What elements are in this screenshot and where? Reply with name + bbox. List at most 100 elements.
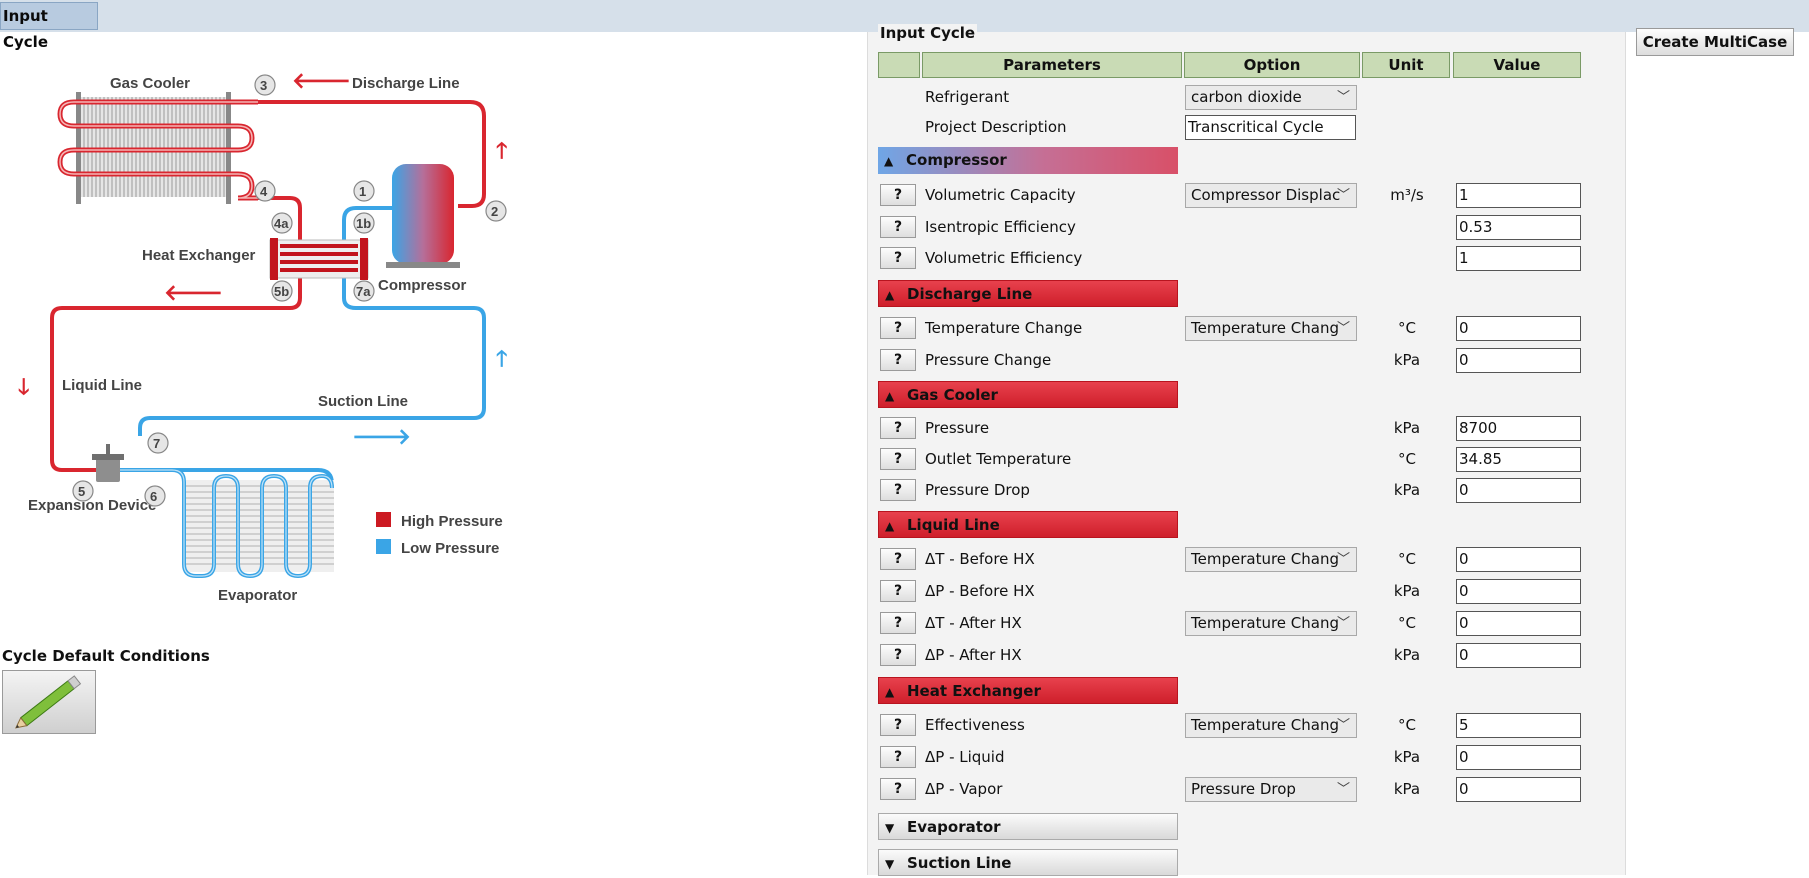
help-button[interactable]: ?: [880, 746, 916, 768]
option-select[interactable]: Pressure Drop ﹀: [1185, 777, 1357, 802]
value-input[interactable]: 1: [1456, 246, 1581, 271]
section-evaporator-label: Evaporator: [907, 818, 1001, 836]
help-button[interactable]: ?: [880, 580, 916, 602]
liquid-line-label: Liquid Line: [62, 377, 142, 394]
unit-label: m³/s: [1390, 186, 1424, 204]
unit-label: kPa: [1393, 646, 1421, 664]
option-select[interactable]: Temperature Chang ﹀: [1185, 316, 1357, 341]
value-input[interactable]: 34.85: [1456, 447, 1581, 472]
expansion-device-label: Expansion Device: [28, 497, 156, 514]
section-suction-line[interactable]: ▼ Suction Line: [878, 849, 1178, 876]
section-gas-cooler[interactable]: ▲ Gas Cooler: [878, 381, 1178, 408]
create-multicase-button[interactable]: Create MultiCase: [1636, 28, 1794, 56]
tab-input-cycle[interactable]: Input Cycle: [0, 2, 98, 51]
section-suction-label: Suction Line: [907, 854, 1012, 872]
point-1b: 1b: [356, 216, 371, 231]
chevron-down-icon: ﹀: [1336, 188, 1350, 203]
help-button[interactable]: ?: [880, 317, 916, 339]
header-value: Value: [1453, 52, 1581, 78]
unit-label: °C: [1398, 614, 1416, 632]
option-select-value: Temperature Chang: [1191, 716, 1339, 734]
help-button[interactable]: ?: [880, 644, 916, 666]
svg-text:🡐: 🡐: [292, 69, 351, 94]
svg-text:🡒: 🡒: [352, 425, 411, 450]
value-input[interactable]: 0: [1456, 316, 1581, 341]
refrigerant-select[interactable]: carbon dioxide ﹀: [1185, 85, 1357, 110]
help-button[interactable]: ?: [880, 548, 916, 570]
help-button[interactable]: ?: [880, 184, 916, 206]
unit-label: kPa: [1393, 481, 1421, 499]
header-parameters: Parameters: [922, 52, 1182, 78]
section-evaporator[interactable]: ▼ Evaporator: [878, 813, 1178, 840]
row-project-description: Project Description Transcritical Cycle: [868, 114, 1625, 142]
chevron-down-icon: ﹀: [1336, 718, 1350, 733]
edit-cycle-defaults-button[interactable]: [2, 670, 96, 734]
row-dt-after-hx: ? ΔT - After HX Temperature Chang ﹀ °C 0: [868, 610, 1625, 638]
unit-label: kPa: [1393, 419, 1421, 437]
project-description-input[interactable]: Transcritical Cycle: [1185, 115, 1356, 140]
collapse-icon: ▲: [885, 519, 895, 533]
value-input[interactable]: 0: [1456, 643, 1581, 668]
section-discharge-line[interactable]: ▲ Discharge Line: [878, 280, 1178, 307]
input-cycle-panel: Input Cycle Parameters Option Unit Value…: [867, 24, 1626, 876]
refrigerant-label: Refrigerant: [925, 88, 1010, 106]
value-input[interactable]: 0: [1456, 611, 1581, 636]
header-blank: [878, 52, 920, 78]
section-discharge-label: Discharge Line: [907, 285, 1033, 303]
param-label: Pressure Change: [925, 351, 1052, 369]
evaporator-label: Evaporator: [218, 587, 297, 604]
expand-icon: ▼: [885, 857, 895, 871]
help-button[interactable]: ?: [880, 479, 916, 501]
value-input[interactable]: 0.53: [1456, 215, 1581, 240]
help-button[interactable]: ?: [880, 612, 916, 634]
cycle-default-conditions-title: Cycle Default Conditions: [2, 647, 210, 665]
help-button[interactable]: ?: [880, 417, 916, 439]
svg-text:🡑: 🡑: [496, 347, 507, 372]
gas-cooler-label: Gas Cooler: [110, 75, 190, 92]
chevron-down-icon: ﹀: [1336, 782, 1350, 797]
value-input[interactable]: 0: [1456, 478, 1581, 503]
help-button[interactable]: ?: [880, 349, 916, 371]
unit-label: °C: [1398, 450, 1416, 468]
point-4a: 4a: [274, 216, 289, 231]
option-select[interactable]: Temperature Chang ﹀: [1185, 713, 1357, 738]
value-input[interactable]: 0: [1456, 547, 1581, 572]
value-input[interactable]: 1: [1456, 183, 1581, 208]
help-button[interactable]: ?: [880, 247, 916, 269]
heat-exchanger-label: Heat Exchanger: [142, 247, 256, 264]
value-input[interactable]: 5: [1456, 713, 1581, 738]
point-6: 6: [150, 489, 157, 504]
point-2: 2: [491, 204, 498, 219]
value-input[interactable]: 0: [1456, 348, 1581, 373]
help-button[interactable]: ?: [880, 448, 916, 470]
param-label: Pressure: [925, 419, 990, 437]
point-4: 4: [260, 184, 268, 199]
row-gc-pressure-drop: ? Pressure Drop kPa 0: [868, 477, 1625, 505]
collapse-icon: ▲: [884, 154, 894, 168]
row-refrigerant: Refrigerant carbon dioxide ﹀: [868, 84, 1625, 112]
help-button[interactable]: ?: [880, 714, 916, 736]
value-input[interactable]: 0: [1456, 745, 1581, 770]
section-compressor[interactable]: ▲ Compressor: [878, 147, 1178, 174]
cycle-diagram: 🡐 🡑 🡐 🡓 🡑 🡒 Gas Cooler Discharge Line He…: [18, 69, 507, 604]
unit-label: °C: [1398, 716, 1416, 734]
value-input[interactable]: 0: [1456, 579, 1581, 604]
option-select[interactable]: Compressor Displac ﹀: [1185, 183, 1357, 208]
option-select[interactable]: Temperature Chang ﹀: [1185, 547, 1357, 572]
section-gas-cooler-label: Gas Cooler: [907, 386, 998, 404]
header-option: Option: [1184, 52, 1360, 78]
point-1: 1: [359, 184, 366, 199]
section-heat-exchanger[interactable]: ▲ Heat Exchanger: [878, 677, 1178, 704]
section-hx-label: Heat Exchanger: [907, 682, 1041, 700]
value-input[interactable]: 8700: [1456, 416, 1581, 441]
option-select[interactable]: Temperature Chang ﹀: [1185, 611, 1357, 636]
help-button[interactable]: ?: [880, 216, 916, 238]
refrigerant-select-value: carbon dioxide: [1191, 88, 1302, 106]
row-pressure-change: ? Pressure Change kPa 0: [868, 347, 1625, 375]
value-input[interactable]: 0: [1456, 777, 1581, 802]
help-button[interactable]: ?: [880, 778, 916, 800]
legend-high-label: High Pressure: [401, 513, 503, 530]
svg-text:🡑: 🡑: [496, 139, 507, 164]
section-liquid-line[interactable]: ▲ Liquid Line: [878, 511, 1178, 538]
option-select-value: Temperature Chang: [1191, 614, 1339, 632]
